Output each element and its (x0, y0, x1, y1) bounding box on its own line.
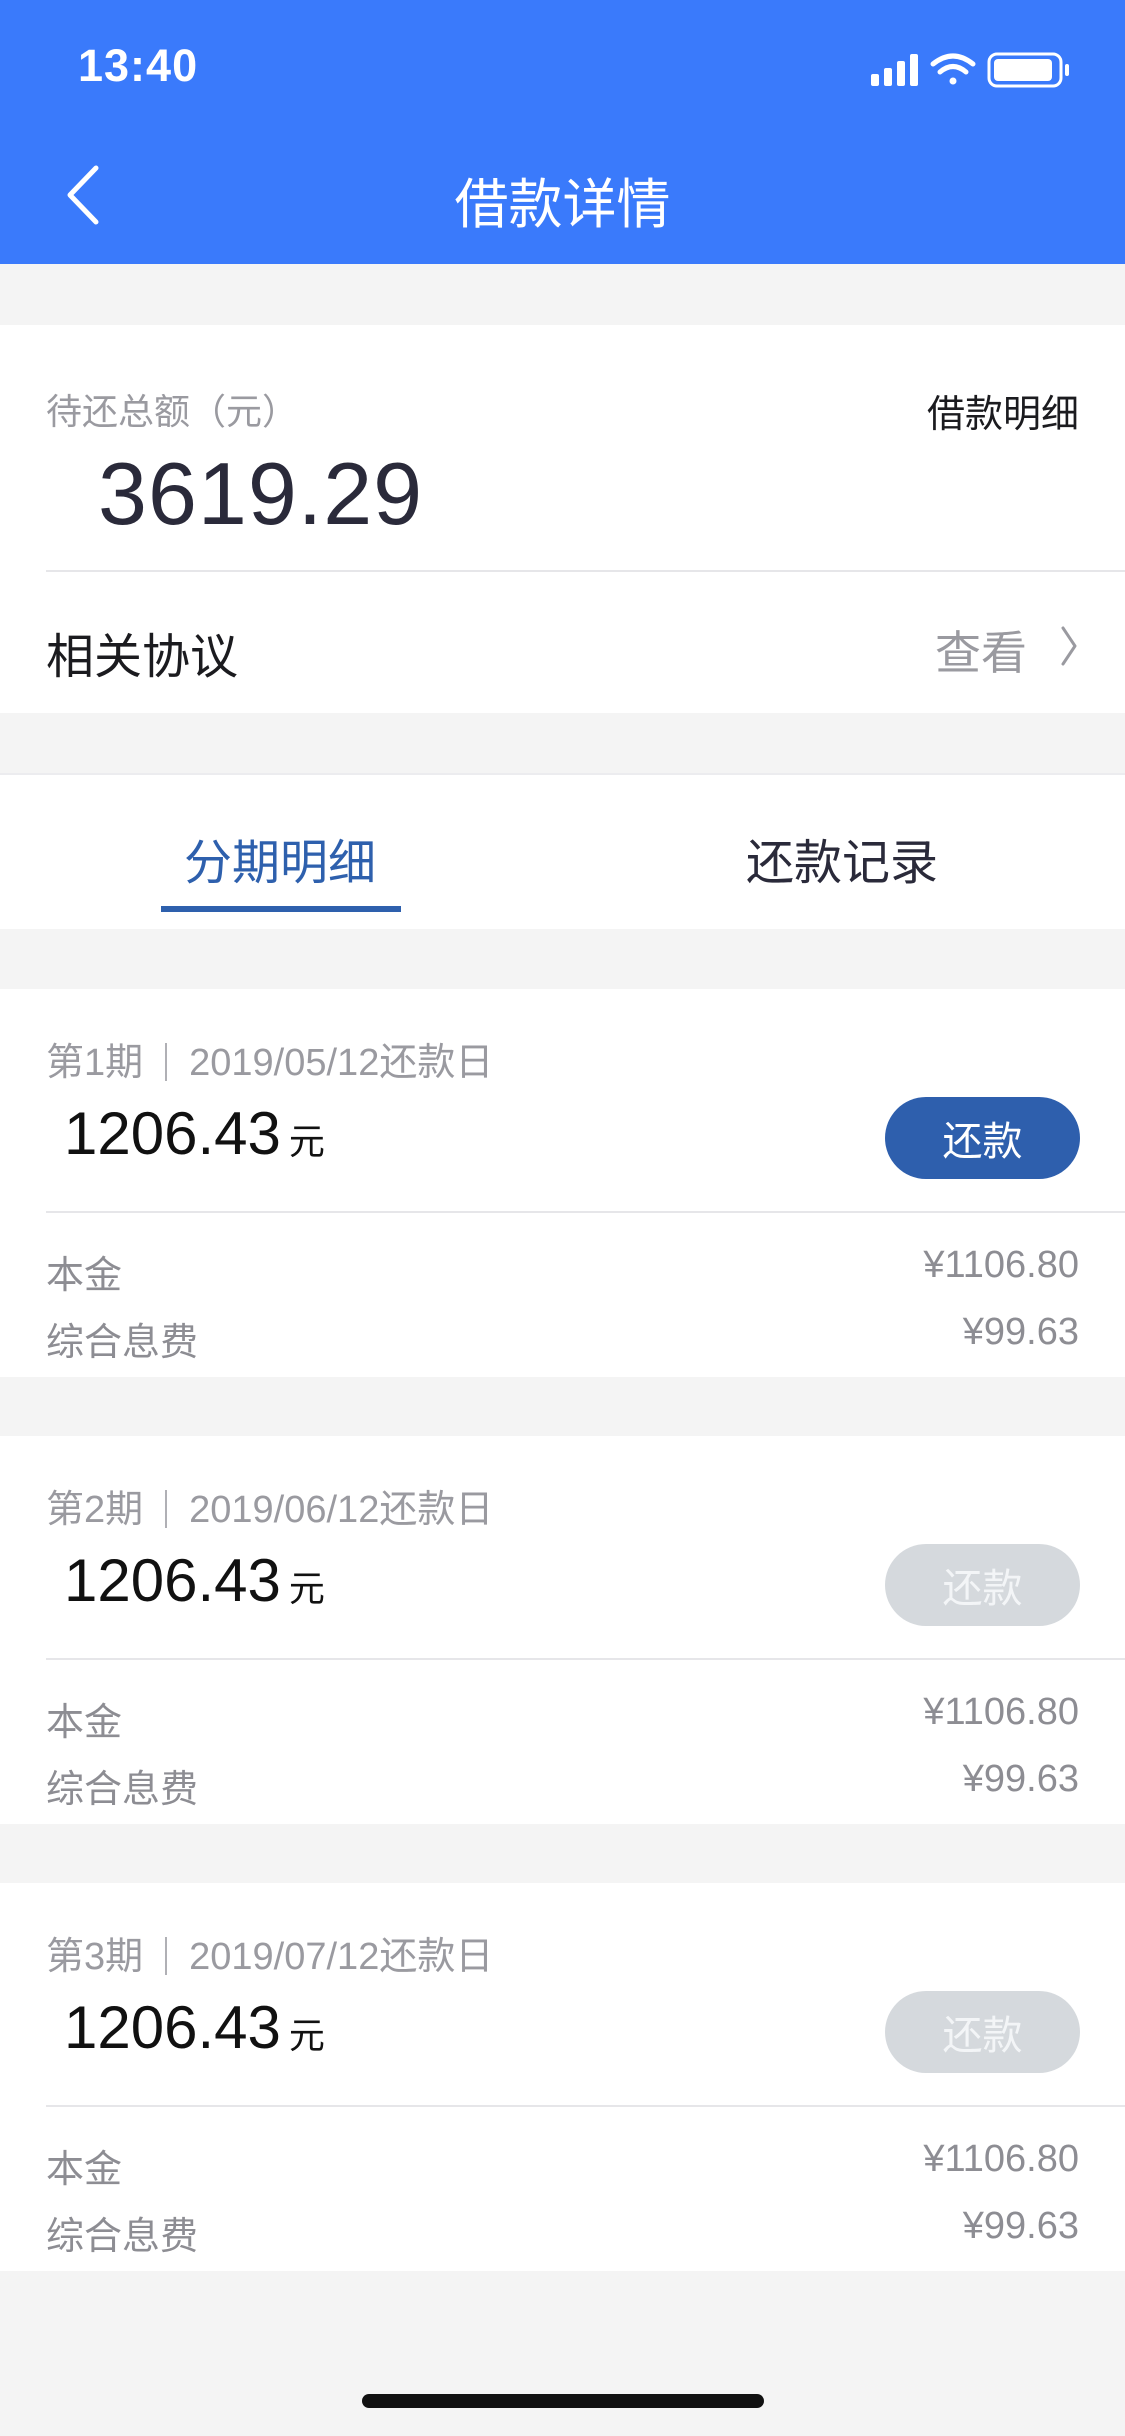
agreement-view-link[interactable]: 查看 (935, 617, 1027, 683)
due-date: 2019/06/12还款日 (189, 1489, 494, 1531)
repay-button[interactable]: 还款 (885, 1544, 1080, 1626)
divider (46, 1211, 1125, 1213)
total-due-amount: 3619.29 (98, 444, 424, 543)
separator (165, 1043, 168, 1081)
divider (46, 2105, 1125, 2107)
tab-installments[interactable]: 分期明细 (80, 823, 480, 893)
period-label: 第3期 (46, 1936, 144, 1978)
repay-button[interactable]: 还款 (885, 1991, 1080, 2073)
page-title: 借款详情 (454, 175, 671, 235)
status-icons (871, 52, 1069, 88)
installment-period: 第2期 2019/06/12还款日 (46, 1478, 493, 1533)
separator (165, 1937, 168, 1975)
wifi-icon (930, 53, 976, 85)
active-tab-indicator (161, 906, 401, 912)
battery-icon (987, 52, 1069, 88)
fee-value: ¥99.63 (962, 1758, 1079, 1800)
divider (46, 570, 1125, 572)
installment-amount: 1206.43 元 (64, 1099, 325, 1168)
principal-label: 本金 (46, 2149, 123, 2191)
amount-unit: 元 (288, 1121, 325, 1162)
installment-card: 第1期 2019/05/12还款日 1206.43 元 还款 本金 ¥1106.80… (0, 989, 1125, 1377)
period-label: 第1期 (46, 1042, 144, 1084)
amount-value: 1206.43 (64, 1100, 281, 1167)
installment-card: 第3期 2019/07/12还款日 1206.43 元 还款 本金 ¥1106.80… (0, 1883, 1125, 2271)
installment-card: 第2期 2019/06/12还款日 1206.43 元 还款 本金 ¥1106.80… (0, 1436, 1125, 1824)
due-date: 2019/07/12还款日 (189, 1936, 494, 1978)
installment-amount: 1206.43 元 (64, 1546, 325, 1615)
principal-value: ¥1106.80 (923, 1244, 1079, 1286)
amount-unit: 元 (288, 1568, 325, 1609)
fee-label: 综合息费 (46, 1769, 199, 1811)
summary-card: 待还总额（元） 借款明细 3619.29 相关协议 查看 (0, 325, 1125, 713)
amount-unit: 元 (288, 2015, 325, 2056)
status-time: 13:40 (78, 40, 199, 91)
due-date: 2019/05/12还款日 (189, 1042, 494, 1084)
signal-icon (871, 54, 918, 86)
separator (165, 1490, 168, 1528)
total-due-label: 待还总额（元） (46, 391, 299, 432)
divider (46, 1658, 1125, 1660)
principal-label: 本金 (46, 1255, 123, 1297)
repay-button[interactable]: 还款 (885, 1097, 1080, 1179)
tab-repayment-records[interactable]: 还款记录 (642, 823, 1042, 893)
amount-value: 1206.43 (64, 1547, 281, 1614)
installment-amount: 1206.43 元 (64, 1993, 325, 2062)
tab-bar: 分期明细 还款记录 (0, 773, 1125, 929)
agreement-label[interactable]: 相关协议 (46, 617, 238, 687)
fee-value: ¥99.63 (962, 1311, 1079, 1353)
fee-label: 综合息费 (46, 2216, 199, 2258)
home-indicator[interactable] (362, 2394, 764, 2408)
amount-value: 1206.43 (64, 1994, 281, 2061)
fee-label: 综合息费 (46, 1322, 199, 1364)
chevron-right-icon[interactable] (1057, 622, 1081, 670)
fee-value: ¥99.63 (962, 2205, 1079, 2247)
app-header: 13:40 借款详情 (0, 0, 1125, 264)
period-label: 第2期 (46, 1489, 144, 1531)
installment-period: 第1期 2019/05/12还款日 (46, 1031, 493, 1086)
principal-label: 本金 (46, 1702, 123, 1744)
principal-value: ¥1106.80 (923, 2138, 1079, 2180)
loan-detail-link[interactable]: 借款明细 (927, 383, 1079, 438)
installment-period: 第3期 2019/07/12还款日 (46, 1925, 493, 1980)
principal-value: ¥1106.80 (923, 1691, 1079, 1733)
